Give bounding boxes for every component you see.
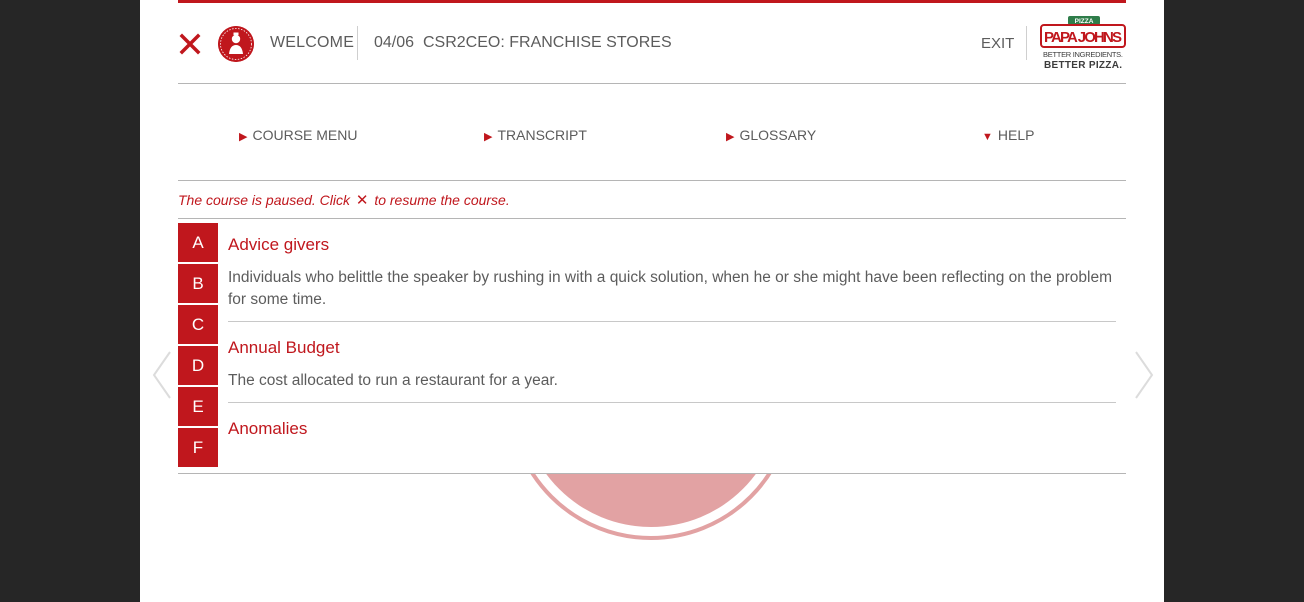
- glossary-entry: Annual Budget The cost allocated to run …: [228, 322, 1116, 403]
- nav-glossary[interactable]: ▶ GLOSSARY: [726, 127, 816, 143]
- svg-text:PIZZA: PIZZA: [1075, 18, 1094, 25]
- course-header: WELCOME 04/06 CSR2CEO: FRANCHISE STORES …: [178, 3, 1126, 84]
- svg-text:PAPA JOHNS: PAPA JOHNS: [1044, 29, 1122, 46]
- header-divider: [357, 26, 358, 60]
- nav-help[interactable]: ▼ HELP: [982, 127, 1034, 143]
- papa-john-avatar-icon: [218, 26, 254, 62]
- course-nav: ▶ COURSE MENU ▶ TRANSCRIPT ▶ GLOSSARY ▼ HELP: [178, 84, 1126, 181]
- glossary-entry: Anomalies: [228, 403, 1116, 461]
- nav-transcript[interactable]: ▶ TRANSCRIPT: [484, 127, 587, 143]
- header-divider-right: [1026, 26, 1027, 60]
- course-page: WELCOME 04/06 CSR2CEO: FRANCHISE STORES …: [140, 0, 1164, 602]
- close-icon: ✕: [355, 192, 369, 209]
- glossary-entries: Advice givers Individuals who belittle t…: [228, 219, 1116, 461]
- letter-tab-d[interactable]: D: [178, 346, 218, 385]
- svg-text:BETTER INGREDIENTS.: BETTER INGREDIENTS.: [1043, 50, 1123, 59]
- letter-tab-f[interactable]: F: [178, 428, 218, 467]
- glossary-term: Anomalies: [228, 419, 308, 438]
- play-arrow-icon: ▶: [239, 131, 248, 143]
- letter-tab-c[interactable]: C: [178, 305, 218, 344]
- chevron-left-icon[interactable]: [148, 348, 176, 402]
- exit-button[interactable]: EXIT: [981, 35, 1014, 52]
- letter-tab-b[interactable]: B: [178, 264, 218, 303]
- close-icon[interactable]: [178, 32, 202, 56]
- play-arrow-icon: ▶: [484, 131, 493, 143]
- papa-johns-logo: PIZZA PAPA JOHNS BETTER INGREDIENTS. BET…: [1040, 16, 1126, 71]
- glossary-definition: The cost allocated to run a restaurant f…: [228, 372, 558, 389]
- svg-text:BETTER PIZZA.: BETTER PIZZA.: [1044, 60, 1122, 71]
- glossary-definition: Individuals who belittle the speaker by …: [228, 269, 1113, 308]
- glossary-panel: A B C D E F Advice givers Individuals wh…: [178, 218, 1126, 474]
- course-number: 04/06: [374, 34, 415, 51]
- letter-index: A B C D E F: [178, 223, 218, 469]
- play-arrow-icon: ▶: [726, 131, 735, 143]
- course-title: CSR2CEO: FRANCHISE STORES: [423, 34, 672, 51]
- welcome-label[interactable]: WELCOME: [270, 34, 354, 52]
- nav-course-menu[interactable]: ▶ COURSE MENU: [239, 127, 357, 143]
- glossary-entry: Advice givers Individuals who belittle t…: [228, 219, 1116, 322]
- glossary-term: Annual Budget: [228, 338, 340, 357]
- down-arrow-icon: ▼: [982, 131, 993, 143]
- paused-message: The course is paused. Click ✕ to resume …: [178, 192, 510, 209]
- letter-tab-a[interactable]: A: [178, 223, 218, 262]
- letter-tab-e[interactable]: E: [178, 387, 218, 426]
- glossary-term: Advice givers: [228, 235, 330, 254]
- chevron-right-icon[interactable]: [1130, 348, 1158, 402]
